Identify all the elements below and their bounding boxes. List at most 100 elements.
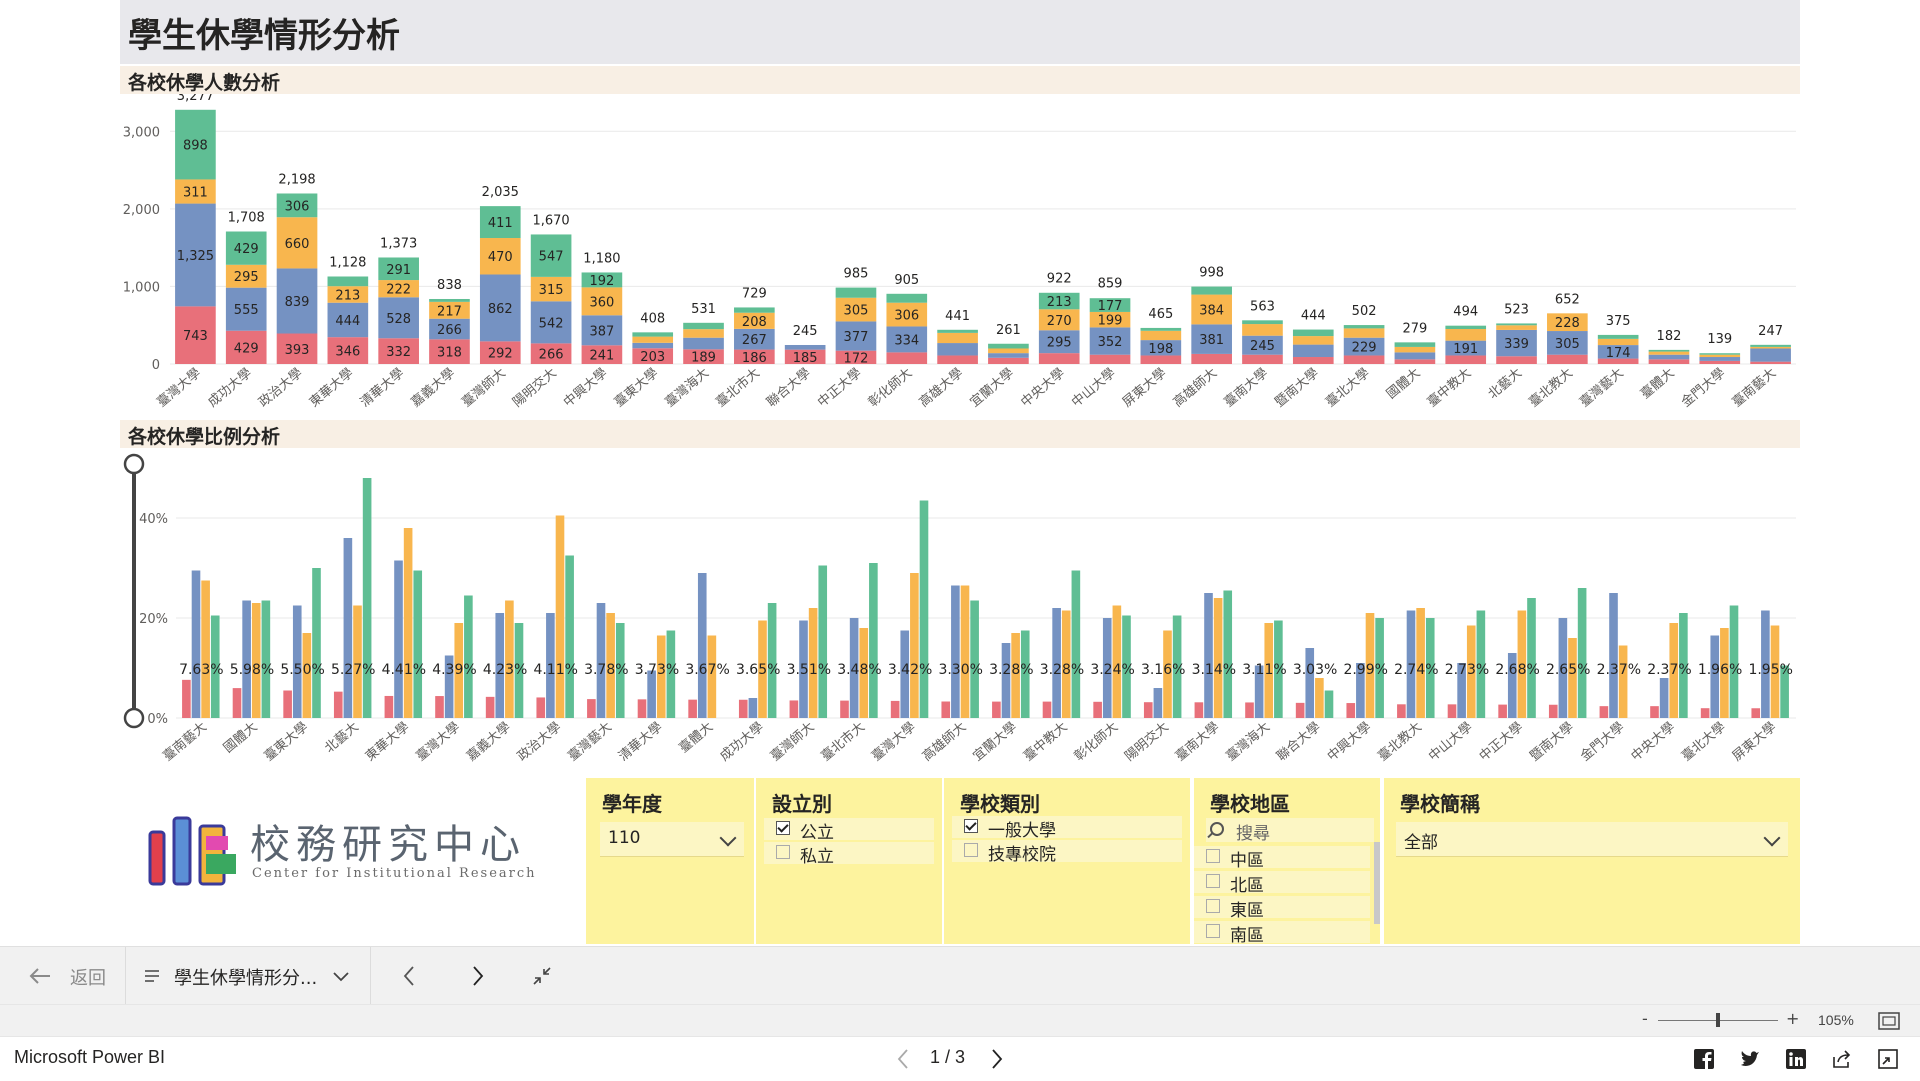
- region-option-north[interactable]: 北區: [1194, 871, 1370, 896]
- bar: [1751, 708, 1761, 718]
- bar-total-label: 375: [1606, 314, 1631, 329]
- bar: [505, 600, 514, 718]
- region-option-south[interactable]: 南區: [1194, 921, 1370, 946]
- bar: [403, 528, 413, 718]
- region-scrollbar[interactable]: [1374, 842, 1380, 924]
- share-icon[interactable]: [1832, 1049, 1852, 1069]
- rate-data-label: 3.28%: [1040, 662, 1084, 678]
- bar-segment-label: 660: [285, 237, 310, 252]
- stacked-bar-chart-count[interactable]: 0 1,000 2,000 3,000 743 1,325 311 898 3,277 臺灣大學 4…: [120, 94, 1800, 416]
- chevron-left-icon[interactable]: [896, 1048, 910, 1070]
- checkbox-icon[interactable]: [1206, 899, 1220, 913]
- checkbox-checked-icon[interactable]: [776, 821, 790, 835]
- checkbox-icon[interactable]: [1206, 874, 1220, 888]
- bar-segment-label: 186: [742, 351, 767, 366]
- bar-segment-label: 305: [844, 304, 869, 319]
- bar-total-label: 465: [1148, 307, 1173, 322]
- bar-total-label: 652: [1555, 292, 1580, 307]
- bar-total-label: 279: [1402, 321, 1427, 336]
- rate-data-label: 3.11%: [1242, 662, 1286, 678]
- back-button[interactable]: 返回: [20, 947, 120, 1005]
- section-title-count: 各校休學人數分析: [128, 72, 281, 94]
- checkbox-checked-icon[interactable]: [964, 819, 978, 833]
- bar-segment-label: 199: [1098, 314, 1123, 329]
- powerbi-brand[interactable]: Microsoft Power BI: [14, 1047, 165, 1068]
- bar: [413, 570, 423, 718]
- bar: [637, 699, 647, 718]
- rate-data-label: 2.37%: [1647, 662, 1691, 678]
- bar-segment-label: 384: [1199, 303, 1224, 318]
- bar-total-label: 261: [996, 323, 1021, 338]
- bar: [232, 688, 242, 718]
- x-category-label: 臺灣海大: [663, 366, 712, 411]
- logo: 校務研究中心 Center for Institutional Research: [148, 810, 535, 894]
- type-option-private[interactable]: 私立: [764, 842, 934, 867]
- bar: [992, 701, 1001, 718]
- linkedin-icon[interactable]: [1786, 1049, 1806, 1069]
- rate-data-label: 3.24%: [1090, 662, 1134, 678]
- bar: [1305, 648, 1315, 718]
- bar: [384, 695, 394, 718]
- x-category-label: 臺體大: [1638, 366, 1678, 403]
- bar-segment-label: 305: [1555, 337, 1580, 352]
- fullscreen-icon[interactable]: [1878, 1049, 1898, 1069]
- checkbox-icon[interactable]: [776, 845, 790, 859]
- page-selector[interactable]: 學生休學情形分...: [126, 947, 370, 1005]
- twitter-icon[interactable]: [1740, 1049, 1760, 1069]
- bar-segment: [937, 332, 978, 344]
- region-search-input[interactable]: 搜尋: [1206, 818, 1374, 844]
- bar: [970, 600, 979, 718]
- bar: [1618, 645, 1628, 718]
- checkbox-icon[interactable]: [1206, 849, 1220, 863]
- bar-total-label: 1,180: [583, 251, 620, 266]
- bar: [1397, 704, 1406, 718]
- bar: [261, 600, 271, 718]
- bar-segment: [1394, 359, 1436, 364]
- bar-segment-label: 172: [844, 351, 869, 366]
- x-category-label: 中山大學: [1426, 720, 1475, 765]
- category-option-general[interactable]: 一般大學: [952, 816, 1182, 841]
- region-option-east[interactable]: 東區: [1194, 896, 1370, 921]
- region-option-central[interactable]: 中區: [1194, 846, 1370, 871]
- bar: [951, 585, 960, 718]
- bar-segment: [1394, 352, 1436, 360]
- school-dropdown[interactable]: 全部: [1396, 822, 1788, 857]
- bar: [1315, 678, 1324, 718]
- zoom-in-button[interactable]: +: [1786, 1009, 1799, 1028]
- bar-segment-label: 393: [285, 343, 310, 358]
- bar: [343, 538, 353, 718]
- exit-focus-button[interactable]: [524, 947, 560, 1005]
- chevron-right-icon[interactable]: [990, 1048, 1004, 1070]
- facebook-icon[interactable]: [1694, 1049, 1714, 1069]
- bar-segment: [1292, 329, 1334, 337]
- rate-data-label: 1.96%: [1698, 662, 1742, 678]
- bar-segment: [1038, 353, 1080, 364]
- bar: [536, 697, 546, 718]
- x-category-label: 中山大學: [1069, 366, 1118, 411]
- rate-data-label: 4.39%: [432, 662, 476, 678]
- bar-segment-label: 266: [539, 348, 564, 363]
- bar: [767, 603, 777, 718]
- bar-segment-label: 228: [1555, 316, 1580, 331]
- clustered-bar-chart-rate[interactable]: 0%20%40%7.63%臺南藝大5.98%國體大5.50%臺東大學5.27%北…: [120, 448, 1800, 774]
- type-option-public[interactable]: 公立: [764, 818, 934, 843]
- checkbox-icon[interactable]: [1206, 924, 1220, 938]
- bar-segment-label: 429: [234, 341, 259, 356]
- zoom-out-button[interactable]: -: [1642, 1009, 1648, 1028]
- rate-data-label: 3.30%: [938, 662, 982, 678]
- category-option-technical[interactable]: 技專校院: [952, 840, 1182, 865]
- x-category-label: 臺南大學: [1221, 365, 1271, 411]
- rate-data-label: 1.95%: [1748, 662, 1792, 678]
- checkbox-icon[interactable]: [964, 843, 978, 857]
- y-tick-label: 1,000: [123, 280, 160, 295]
- region-search-placeholder: 搜尋: [1236, 824, 1270, 844]
- fit-to-page-icon[interactable]: [1878, 1012, 1900, 1030]
- next-page-button[interactable]: [460, 947, 496, 1005]
- bar-segment: [988, 357, 1029, 364]
- previous-page-button[interactable]: [392, 947, 428, 1005]
- bar-segment: [1648, 354, 1690, 360]
- bar-segment: [429, 298, 470, 302]
- slicer-region: 學校地區 搜尋 中區 北區 東區 南區: [1194, 778, 1380, 946]
- zoom-slider-thumb[interactable]: [1716, 1013, 1720, 1027]
- year-dropdown[interactable]: 110: [600, 822, 744, 857]
